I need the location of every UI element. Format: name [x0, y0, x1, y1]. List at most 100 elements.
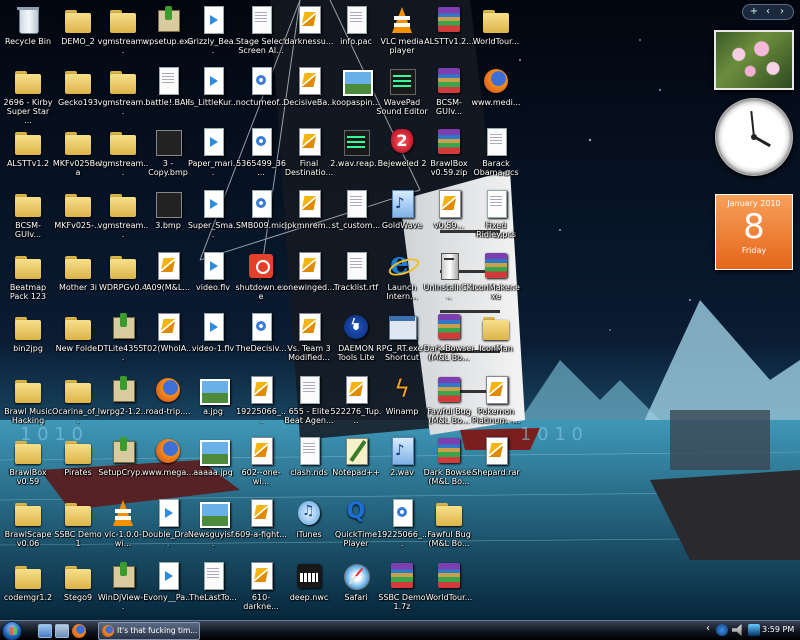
desktop-icon[interactable]: shutdown.exe	[235, 248, 287, 308]
desktop-icon[interactable]: Fixed Ridley.pcs	[470, 186, 522, 246]
desktop-icon[interactable]: Newsguyisf...	[187, 495, 239, 555]
desktop-icon[interactable]: Recycle Bin	[2, 2, 54, 62]
desktop-icon[interactable]: Tracklist.rtf	[330, 248, 382, 308]
desktop-icon[interactable]: onewinged...	[283, 248, 335, 308]
previous-gadget-button[interactable]: ‹	[761, 5, 775, 19]
desktop-icon[interactable]: 655 - Elite Beat Agen...	[283, 372, 335, 432]
display-icon[interactable]	[748, 624, 760, 636]
desktop-icon[interactable]: Is_LittleKur...	[187, 63, 239, 123]
doc-icon	[340, 250, 372, 282]
desktop-icon[interactable]: Dark Bowser (M&L Bo...	[423, 433, 475, 493]
desktop-icon[interactable]: Grizzly_Bea...	[187, 2, 239, 62]
desktop-icon[interactable]: Final Destinatio...	[283, 124, 335, 184]
desktop-icon[interactable]: DAEMON Tools Lite	[330, 309, 382, 369]
folder-icon	[62, 4, 94, 36]
desktop-icon[interactable]: koopaspin...	[330, 63, 382, 123]
notepad-icon	[340, 435, 372, 467]
desktop-icon[interactable]: iTunes	[283, 495, 335, 555]
desktop-icon[interactable]: ALSTTv1.2...	[423, 2, 475, 62]
desktop-icon[interactable]: v0.59...	[423, 186, 475, 246]
desktop-icon[interactable]: Pokemon Platinum -...	[470, 372, 522, 432]
desktop-icon[interactable]: Shepard.rar	[470, 433, 522, 493]
desktop-icon-label: BrawlBox v0.59.zip	[430, 159, 468, 177]
desktop-icon[interactable]: BrawlBox v0.59.zip	[423, 124, 475, 184]
desktop-icon[interactable]: Notepad++	[330, 433, 382, 493]
desktop-icon[interactable]: DecisiveBa...	[283, 63, 335, 123]
desktop-icon[interactable]: 610-darkne...	[235, 558, 287, 618]
desktop-icon[interactable]: 609-a-fight...	[235, 495, 287, 555]
desktop-icon[interactable]: nocturneof...	[235, 63, 287, 123]
desktop-icon[interactable]: BrawlScape v0.06	[2, 495, 54, 555]
desktop-icon[interactable]: Brawl Music Hacking	[2, 372, 54, 432]
desktop-icon[interactable]: 2.wav	[376, 433, 428, 493]
rar-icon	[433, 311, 465, 343]
desktop-icon[interactable]: Launch Intern...	[376, 246, 428, 308]
add-gadget-button[interactable]: +	[747, 5, 761, 19]
desktop-icon[interactable]: 5365499_36...	[235, 124, 287, 184]
desktop-icon[interactable]: deep.nwc	[283, 558, 335, 618]
desktop-icon[interactable]: Winamp	[376, 372, 428, 432]
desktop-icon[interactable]: clash.nds	[283, 433, 335, 493]
clock-gadget[interactable]	[715, 98, 793, 176]
desktop-icon[interactable]: IconMaker.exe	[470, 248, 522, 308]
desktop-icon[interactable]: Stage Select Screen Al...	[235, 2, 287, 62]
desktop-icon[interactable]: info.pac	[330, 2, 382, 62]
desktop-icon[interactable]: 2696 - Kirby Super Star ...	[2, 63, 54, 125]
desktop-icon[interactable]: 19225066_...	[376, 495, 428, 555]
desktop-icon[interactable]: SSBC Demo 1.7z	[376, 558, 428, 618]
desktop-icon[interactable]: TheLastTo...	[187, 558, 239, 618]
start-button[interactable]	[2, 621, 22, 640]
desktop-icon[interactable]: st_custom...	[330, 186, 382, 246]
desktop-icon[interactable]: 522276_Tup...	[330, 372, 382, 432]
vlc-icon	[386, 4, 418, 36]
desktop-icon[interactable]: GoldWave	[376, 186, 428, 246]
desktop-icon[interactable]: VLC media player	[376, 2, 428, 62]
volume-icon[interactable]	[732, 624, 742, 636]
desktop-icon[interactable]: Beatmap Pack 123	[2, 248, 54, 308]
desktop-icon[interactable]: darknessu...	[283, 2, 335, 62]
desktop-icon[interactable]: www.medi...	[470, 63, 522, 123]
tray-expand-icon[interactable]: ‹	[706, 623, 710, 634]
next-gadget-button[interactable]: ›	[775, 5, 789, 19]
desktop-icon[interactable]: BCSM-GUIv...	[423, 63, 475, 123]
desktop-icon[interactable]: Safari	[330, 558, 382, 618]
desktop-icon[interactable]: Paper_mari...	[187, 124, 239, 184]
desktop-icon[interactable]: 2.wav.reap...	[330, 124, 382, 184]
desktop-icon[interactable]: Fawful Bug (M&L Bo...	[423, 372, 475, 432]
desktop-icon[interactable]: codemgr1.2	[2, 558, 54, 618]
desktop-icon[interactable]: WorldTour...	[423, 558, 475, 618]
desktop-icon[interactable]: jpkmnrem...	[283, 186, 335, 246]
desktop-icon[interactable]: Barack Obama.pcs	[470, 124, 522, 184]
taskbar-firefox-window[interactable]: It's that fucking tim...	[98, 622, 200, 640]
desktop-icon[interactable]: ALSTTv1.2	[2, 124, 54, 184]
desktop-icon[interactable]: Bejeweled 2	[376, 124, 428, 184]
show-desktop-icon[interactable]	[38, 624, 52, 638]
calendar-gadget[interactable]: January 2010 8 Friday	[715, 194, 793, 270]
desktop-icon[interactable]: WorldTour...	[470, 2, 522, 62]
taskbar-clock[interactable]: 3:59 PM	[762, 625, 794, 634]
desktop-icon[interactable]: BCSM-GUIv...	[2, 186, 54, 246]
desktop-icon[interactable]: Vs. Team 3 Modified...	[283, 309, 335, 369]
desktop-icon[interactable]: video-1.flv	[187, 309, 239, 369]
desktop-icon[interactable]: QuickTime Player	[330, 495, 382, 555]
desktop-icon[interactable]: SMB009.mid	[235, 186, 287, 246]
desktop-icon[interactable]: TheDecisiv...	[235, 309, 287, 369]
desktop-icon[interactable]: 19225066_...	[235, 372, 287, 432]
desktop-icon[interactable]: Super_Sma...	[187, 186, 239, 246]
desktop-icon[interactable]: Dark Bowser (M&L Bo...	[423, 309, 475, 369]
desktop-icon[interactable]: 602--one-wi...	[235, 433, 287, 493]
desktop-icon[interactable]: WavePad Sound Editor	[376, 63, 428, 123]
desktop-icon[interactable]: IconMan	[470, 309, 522, 369]
desktop-icon[interactable]: bin2jpg	[2, 309, 54, 369]
desktop-icon[interactable]: video.flv	[187, 248, 239, 308]
switch-windows-icon[interactable]	[55, 624, 69, 638]
desktop-icon[interactable]: Fawful Bug (M&L Bo...	[423, 495, 475, 555]
desktop-icon[interactable]: BrawlBox v0.59	[2, 433, 54, 493]
network-icon[interactable]	[716, 624, 728, 636]
desktop-icon[interactable]: RPG_RT.exe - Shortcut	[376, 309, 428, 369]
desktop-icon[interactable]: a.jpg	[187, 372, 239, 432]
firefox-quicklaunch-icon[interactable]	[72, 624, 86, 638]
desktop-icon[interactable]: UnInstall.CK...	[423, 248, 475, 308]
slideshow-gadget[interactable]	[714, 30, 794, 90]
desktop-icon[interactable]: aaaaa.jpg	[187, 433, 239, 493]
